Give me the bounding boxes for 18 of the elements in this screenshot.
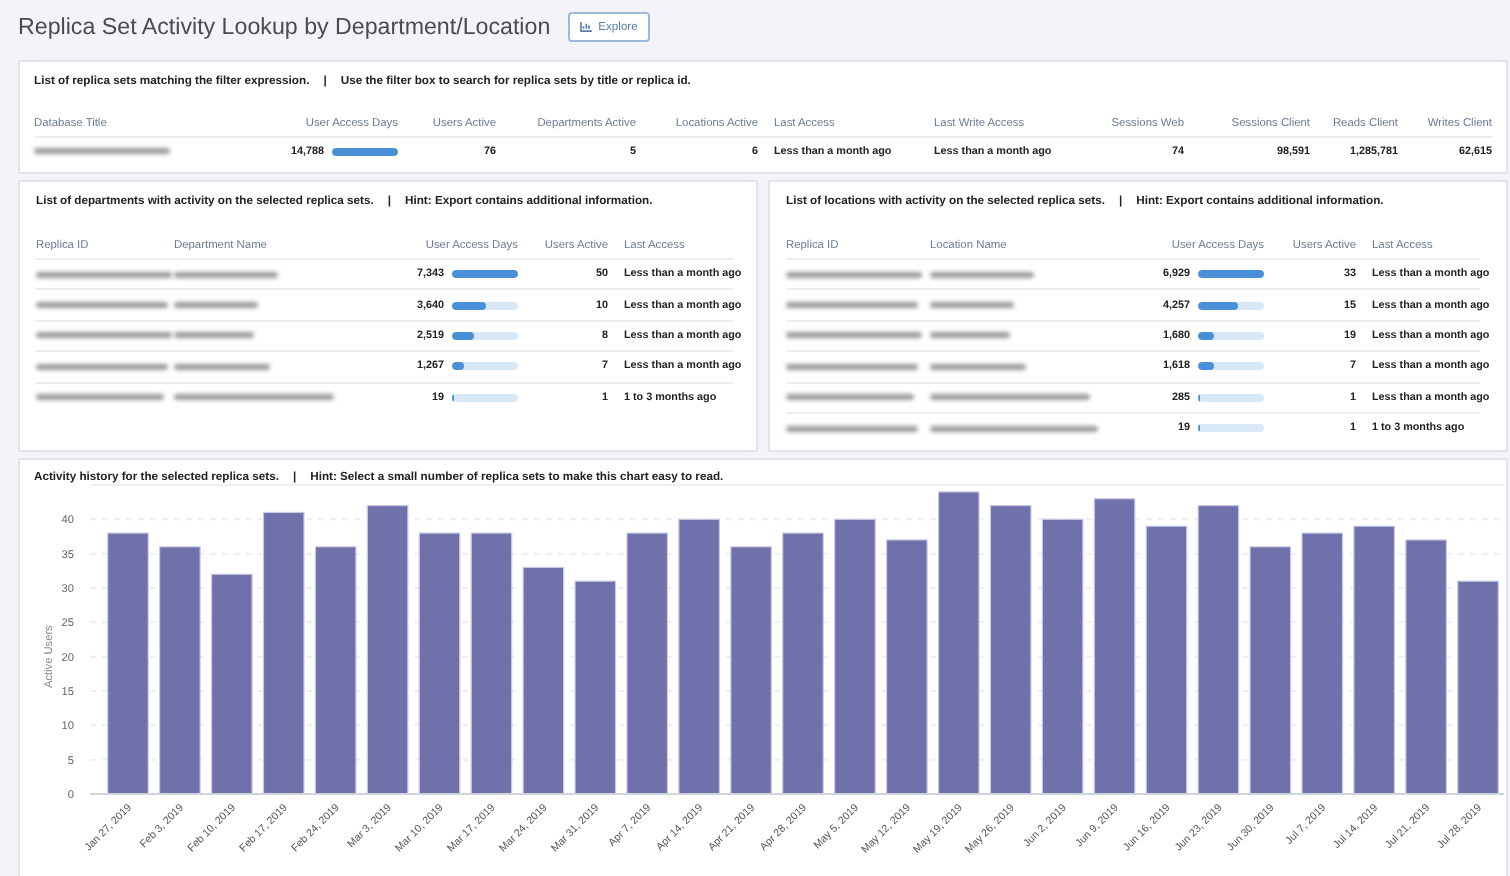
redacted-text <box>34 148 170 154</box>
redacted-text <box>174 363 270 370</box>
page-title: Replica Set Activity Lookup by Department/Location <box>18 14 551 40</box>
redacted-text <box>174 302 258 309</box>
chart-icon <box>580 22 593 32</box>
redacted-text <box>786 425 918 432</box>
redacted-text <box>36 394 164 401</box>
redacted-text <box>786 394 914 401</box>
redacted-text <box>930 332 1010 339</box>
redacted-text <box>930 363 1026 370</box>
redacted-text <box>930 271 1034 278</box>
redacted-text <box>930 302 1014 309</box>
redacted-text <box>786 332 922 339</box>
redacted-text <box>36 302 168 309</box>
redacted-text <box>786 363 918 370</box>
redacted-text <box>36 363 168 370</box>
redacted-text <box>786 302 918 309</box>
redacted-text <box>786 271 922 278</box>
